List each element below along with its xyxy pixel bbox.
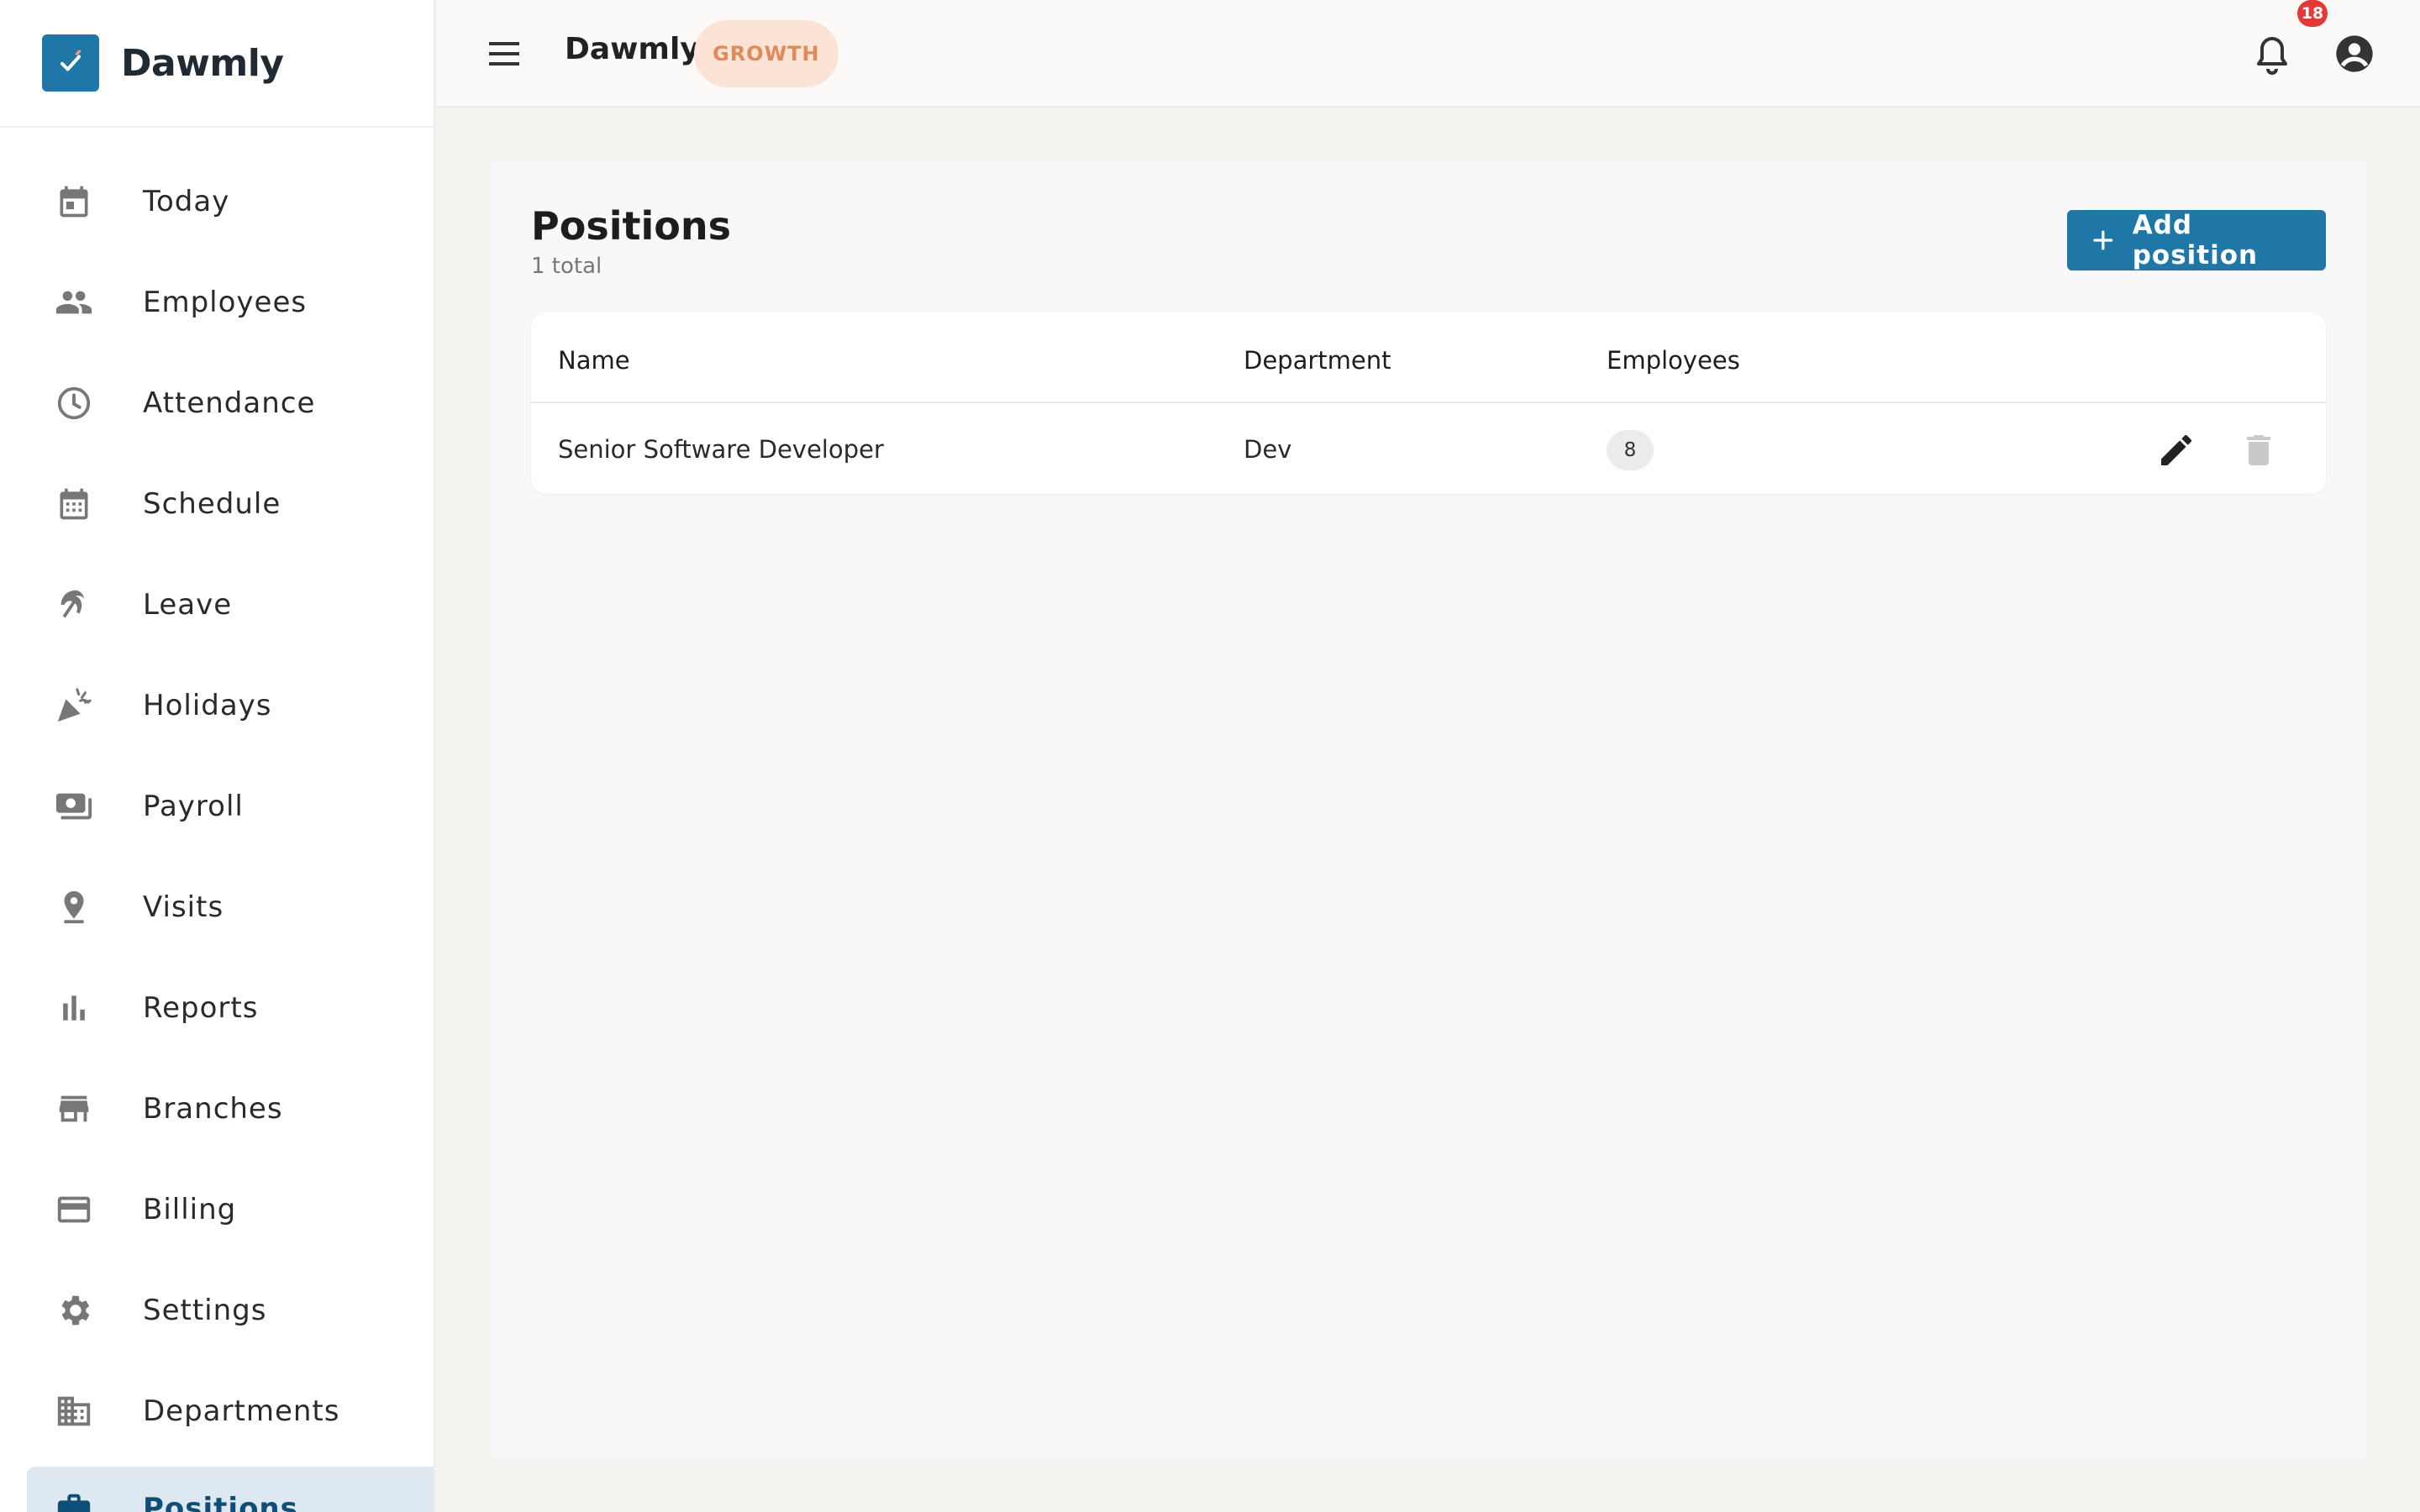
sidebar-item-reports[interactable]: Reports [27, 966, 434, 1050]
sidebar: Dawmly Today Employees Attendance Schedu… [0, 0, 435, 1512]
gear-icon [54, 1290, 94, 1331]
column-header-name[interactable]: Name [558, 346, 630, 375]
sidebar-item-settings[interactable]: Settings [27, 1268, 434, 1352]
app-root: Dawmly Today Employees Attendance Schedu… [0, 0, 2420, 1512]
money-icon [54, 786, 94, 827]
sidebar-item-billing[interactable]: Billing [27, 1168, 434, 1252]
table-row[interactable]: Senior Software Developer Dev 8 [531, 405, 2326, 494]
sidebar-item-today[interactable]: Today [27, 160, 434, 244]
column-header-department[interactable]: Department [1244, 346, 1392, 375]
map-pin-icon [54, 887, 94, 927]
top-bar: Dawmly GROWTH 18 [437, 0, 2420, 108]
plan-badge: GROWTH [694, 20, 839, 87]
menu-toggle-button[interactable] [484, 34, 524, 74]
building-icon [54, 1391, 94, 1431]
sidebar-item-leave[interactable]: Leave [27, 563, 434, 647]
trash-icon [2247, 435, 2270, 465]
sidebar-item-label: Today [143, 185, 230, 218]
sidebar-item-departments[interactable]: Departments [27, 1369, 434, 1453]
sidebar-item-employees[interactable]: Employees [27, 260, 434, 344]
brand-name: Dawmly [121, 41, 284, 85]
department-cell: Dev [1244, 435, 1292, 464]
sidebar-item-label: Billing [143, 1193, 237, 1226]
sidebar-item-attendance[interactable]: Attendance [27, 361, 434, 445]
briefcase-icon [54, 1488, 94, 1512]
notifications-button[interactable] [2252, 34, 2292, 77]
page-title: Positions [531, 203, 731, 249]
top-bar-title: Dawmly [565, 32, 700, 66]
calendar-today-icon [54, 181, 94, 222]
sidebar-item-label: Employees [143, 286, 308, 319]
beach-umbrella-icon [54, 585, 94, 625]
sidebar-item-holidays[interactable]: Holidays [27, 664, 434, 748]
sidebar-item-label: Reports [143, 991, 259, 1025]
positions-card: Positions 1 total Add position Name Depa… [491, 161, 2366, 1458]
sidebar-item-label: Settings [143, 1294, 267, 1327]
add-position-button[interactable]: Add position [2067, 210, 2326, 270]
clock-icon [54, 383, 94, 423]
hamburger-menu-icon [489, 42, 519, 66]
plus-icon [2093, 230, 2113, 250]
brand[interactable]: Dawmly [0, 0, 434, 128]
employee-count-badge: 8 [1607, 430, 1654, 470]
table-header: Name Department Employees [531, 312, 2326, 403]
notification-count-badge: 18 [2297, 0, 2328, 27]
sidebar-item-label: Leave [143, 588, 233, 622]
delete-position-button[interactable] [2238, 430, 2279, 470]
sidebar-item-label: Holidays [143, 689, 272, 722]
pencil-icon [2161, 434, 2191, 465]
sidebar-item-label: Departments [143, 1394, 340, 1428]
sidebar-item-label: Branches [143, 1092, 283, 1126]
store-icon [54, 1089, 94, 1129]
sidebar-item-label: Visits [143, 890, 224, 924]
add-position-label: Add position [2132, 210, 2259, 270]
column-header-employees[interactable]: Employees [1607, 346, 1740, 375]
sidebar-item-branches[interactable]: Branches [27, 1067, 434, 1151]
account-circle-icon [2336, 35, 2373, 72]
sidebar-item-positions[interactable]: Positions [27, 1467, 434, 1512]
sidebar-item-schedule[interactable]: Schedule [27, 462, 434, 546]
credit-card-icon [54, 1189, 94, 1230]
calendar-grid-icon [54, 484, 94, 524]
position-name-cell: Senior Software Developer [558, 435, 884, 464]
bell-icon [2257, 37, 2287, 75]
brand-logo-icon [42, 34, 99, 92]
people-icon [54, 282, 94, 323]
bar-chart-icon [54, 988, 94, 1028]
sidebar-item-label: Schedule [143, 487, 281, 521]
edit-position-button[interactable] [2156, 430, 2196, 470]
sidebar-item-payroll[interactable]: Payroll [27, 764, 434, 848]
sidebar-item-label: Attendance [143, 386, 316, 420]
sidebar-item-label: Payroll [143, 790, 244, 823]
sidebar-item-visits[interactable]: Visits [27, 865, 434, 949]
account-button[interactable] [2333, 32, 2376, 76]
party-popper-icon [54, 685, 94, 726]
sidebar-item-label: Positions [143, 1492, 298, 1512]
positions-table: Name Department Employees Senior Softwar… [531, 312, 2326, 494]
page-subtitle: 1 total [531, 254, 602, 279]
